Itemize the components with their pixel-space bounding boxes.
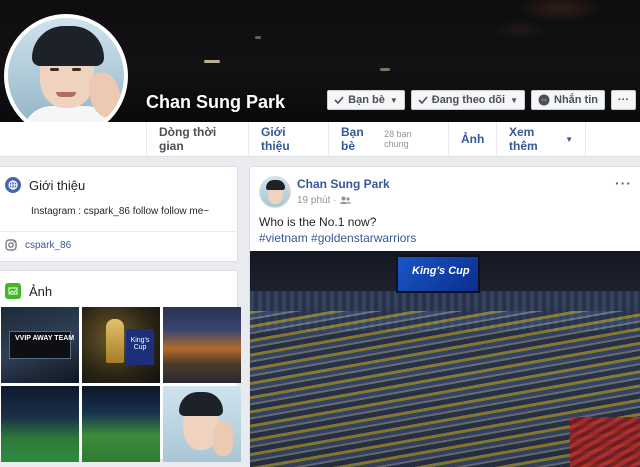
checkmark-icon [418,96,428,104]
photo-thumb[interactable]: King's Cup [82,307,160,383]
tab-photos[interactable]: Ảnh [448,122,496,156]
post-avatar-helmet [266,180,285,190]
intro-card: Giới thiệu Instagram : cspark_86 follow … [0,166,238,262]
profile-nav: Dòng thời gian Giới thiệu Bạn bè 28 bạn … [0,122,640,157]
post-hashtags[interactable]: #vietnam #goldenstarwarriors [259,231,416,245]
instagram-link[interactable]: cspark_86 [5,239,71,251]
trophy-image [106,319,124,363]
post-time-label: 19 phút · [297,195,337,206]
cover-light [380,68,390,71]
avatar-mouth [56,92,76,97]
photo-thumb[interactable] [163,307,241,383]
thumb-helmet [179,392,223,416]
intro-title: Giới thiệu [5,177,85,193]
avatar-eye [72,68,81,71]
post-text: Who is the No.1 now? [259,215,377,229]
photo-thumb[interactable] [82,386,160,462]
profile-actions: Bạn bè ▼ Đang theo dõi ▼ Nhắn tin ··· [327,90,636,110]
instagram-icon [5,239,17,251]
friends-button[interactable]: Bạn bè ▼ [327,90,405,110]
friends-button-label: Bạn bè [348,94,385,106]
cover-light [255,36,261,39]
profile-avatar[interactable] [4,14,128,138]
caret-down-icon: ▼ [510,95,518,105]
photo-thumb[interactable] [163,386,241,462]
instagram-handle: cspark_86 [25,239,72,251]
tab-more-label: Xem thêm [509,125,538,153]
intro-bio: Instagram : cspark_86 follow follow me~ [31,206,210,217]
kings-cup-logo: King's Cup [126,329,154,365]
globe-icon [5,177,21,193]
stadium-screen-text: King's Cup [412,265,470,277]
following-button-label: Đang theo dõi [431,94,506,106]
thumb-hand [213,422,233,456]
intro-divider [0,231,237,232]
photos-title-label: Ảnh [29,283,53,299]
post-author-avatar[interactable] [259,176,291,208]
tab-friends-label: Bạn bè [341,125,364,153]
tab-about[interactable]: Giới thiệu [248,122,328,156]
photo-grid: VVIP AWAY TEAM King's Cup [1,307,241,462]
stadium-red-fans [570,417,640,467]
photo-thumb[interactable]: VVIP AWAY TEAM [1,307,79,383]
post-card: Chan Sung Park 19 phút · ··· Who is the … [249,166,640,467]
photo-thumb[interactable] [1,386,79,462]
more-options-button[interactable]: ··· [611,90,636,110]
avatar-eye [50,68,59,71]
caret-down-icon: ▼ [389,95,398,105]
photos-title[interactable]: Ảnh [5,283,52,299]
tab-about-label: Giới thiệu [261,125,290,153]
stadium-screen: King's Cup [396,255,480,293]
checkmark-icon [334,96,344,104]
intro-title-label: Giới thiệu [29,177,86,193]
photos-icon [5,283,21,299]
cover-light [204,60,220,63]
post-author-name[interactable]: Chan Sung Park [297,177,390,191]
caret-down-icon: ▼ [565,134,573,144]
profile-name[interactable]: Chan Sung Park [146,92,285,113]
vvip-banner-text: VVIP AWAY TEAM [15,335,75,342]
message-button[interactable]: Nhắn tin [531,90,605,110]
more-options-label: ··· [618,94,629,106]
tab-timeline[interactable]: Dòng thời gian [146,122,248,156]
mutual-friends-count: 28 bạn chung [384,129,412,149]
tab-timeline-label: Dòng thời gian [159,125,217,153]
following-button[interactable]: Đang theo dõi ▼ [410,90,525,110]
post-timestamp[interactable]: 19 phút · [297,195,352,206]
post-photo[interactable]: King's Cup [250,251,640,467]
tab-friends[interactable]: Bạn bè 28 bạn chung [328,122,448,156]
friends-audience-icon [340,196,352,204]
tab-photos-label: Ảnh [461,132,485,146]
photos-card: Ảnh VVIP AWAY TEAM King's Cup [0,270,241,462]
tab-more[interactable]: Xem thêm ▼ [496,122,586,156]
message-button-label: Nhắn tin [554,94,598,106]
messenger-icon [538,94,550,106]
post-menu-button[interactable]: ··· [615,175,632,191]
